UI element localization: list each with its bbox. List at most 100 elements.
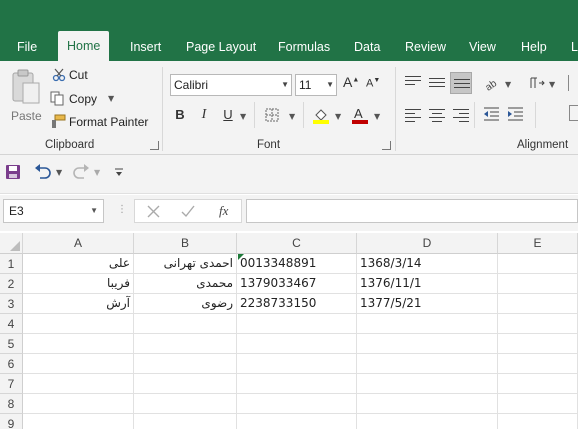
row-header-5[interactable]: 5 xyxy=(0,334,23,354)
row-header-2[interactable]: 2 xyxy=(0,274,23,294)
name-box[interactable]: E3 ▼ xyxy=(3,199,104,223)
cell-c2[interactable]: 1379033467 xyxy=(237,274,357,294)
undo-icon[interactable] xyxy=(34,164,52,180)
row-header-8[interactable]: 8 xyxy=(0,394,23,414)
tab-help[interactable]: Help xyxy=(521,36,547,61)
cell-c3[interactable]: 2238733150 xyxy=(237,294,357,314)
font-size-select[interactable]: 11 ▼ xyxy=(295,74,337,96)
align-left-icon[interactable] xyxy=(405,109,421,123)
column-header-b[interactable]: B xyxy=(134,233,237,254)
tab-formulas[interactable]: Formulas xyxy=(278,36,330,61)
cell-b3[interactable]: رضوی xyxy=(134,294,237,314)
paste-button[interactable]: Paste xyxy=(8,67,44,125)
align-right-icon[interactable] xyxy=(453,109,469,123)
cell-d9[interactable] xyxy=(357,414,498,429)
tab-view[interactable]: View xyxy=(469,36,496,61)
redo-icon[interactable] xyxy=(72,164,90,180)
cell-a8[interactable] xyxy=(23,394,134,414)
tab-overflow[interactable]: L xyxy=(571,36,578,61)
cell-e7[interactable] xyxy=(498,374,578,394)
align-center-icon[interactable] xyxy=(429,109,445,123)
chevron-down-icon[interactable]: ▼ xyxy=(108,94,114,103)
decrease-indent-icon[interactable] xyxy=(483,107,500,122)
row-header-6[interactable]: 6 xyxy=(0,354,23,374)
orientation-icon[interactable]: ab xyxy=(483,75,501,91)
cell-a9[interactable] xyxy=(23,414,134,429)
row-header-7[interactable]: 7 xyxy=(0,374,23,394)
cell-e3[interactable] xyxy=(498,294,578,314)
cell-c7[interactable] xyxy=(237,374,357,394)
cell-e6[interactable] xyxy=(498,354,578,374)
cell-c8[interactable] xyxy=(237,394,357,414)
cell-a3[interactable]: آرش xyxy=(23,294,134,314)
underline-button[interactable]: U xyxy=(218,105,238,125)
cell-d2[interactable]: 1376/11/1 xyxy=(357,274,498,294)
cell-a5[interactable] xyxy=(23,334,134,354)
cell-d6[interactable] xyxy=(357,354,498,374)
column-header-e[interactable]: E xyxy=(498,233,578,254)
fill-color-icon[interactable] xyxy=(312,106,330,124)
cell-e8[interactable] xyxy=(498,394,578,414)
row-header-9[interactable]: 9 xyxy=(0,414,23,429)
increase-font-size-icon[interactable]: A▲ xyxy=(343,74,359,94)
tab-data[interactable]: Data xyxy=(354,36,380,61)
cell-b5[interactable] xyxy=(134,334,237,354)
cell-a2[interactable]: فریبا xyxy=(23,274,134,294)
merge-center-icon[interactable] xyxy=(569,105,578,121)
insert-function-button[interactable]: fx xyxy=(219,203,228,219)
cell-e1[interactable] xyxy=(498,254,578,274)
cell-d5[interactable] xyxy=(357,334,498,354)
enter-checkmark-icon[interactable] xyxy=(181,205,195,218)
chevron-down-icon[interactable]: ▼ xyxy=(289,112,295,121)
cell-b8[interactable] xyxy=(134,394,237,414)
cell-b4[interactable] xyxy=(134,314,237,334)
row-header-4[interactable]: 4 xyxy=(0,314,23,334)
bottom-align-button[interactable] xyxy=(450,72,472,94)
font-name-select[interactable]: Calibri ▼ xyxy=(170,74,292,96)
tab-review[interactable]: Review xyxy=(405,36,446,61)
cell-e2[interactable] xyxy=(498,274,578,294)
customize-toolbar-icon[interactable] xyxy=(114,167,124,177)
top-align-icon[interactable] xyxy=(405,76,421,90)
cell-d4[interactable] xyxy=(357,314,498,334)
cell-c1[interactable]: 0013348891 xyxy=(237,254,357,274)
cell-b6[interactable] xyxy=(134,354,237,374)
cell-e5[interactable] xyxy=(498,334,578,354)
formula-input[interactable] xyxy=(246,199,578,223)
cell-c5[interactable] xyxy=(237,334,357,354)
tab-home[interactable]: Home xyxy=(58,31,110,61)
bold-button[interactable]: B xyxy=(170,105,190,125)
clipboard-launcher-icon[interactable] xyxy=(150,141,159,150)
increase-indent-icon[interactable] xyxy=(507,107,524,122)
decrease-font-size-icon[interactable]: A▼ xyxy=(366,77,382,97)
cell-e4[interactable] xyxy=(498,314,578,334)
cell-c4[interactable] xyxy=(237,314,357,334)
cell-a1[interactable]: علی xyxy=(23,254,134,274)
chevron-down-icon[interactable]: ▼ xyxy=(505,80,511,89)
column-header-d[interactable]: D xyxy=(357,233,498,254)
cell-c6[interactable] xyxy=(237,354,357,374)
column-header-c[interactable]: C xyxy=(237,233,357,254)
cell-d8[interactable] xyxy=(357,394,498,414)
cancel-icon[interactable] xyxy=(147,205,160,218)
cell-d1[interactable]: 1368/3/14 xyxy=(357,254,498,274)
column-header-a[interactable]: A xyxy=(23,233,134,254)
select-all-corner[interactable] xyxy=(0,233,23,254)
chevron-down-icon[interactable]: ▼ xyxy=(549,80,555,89)
cell-b7[interactable] xyxy=(134,374,237,394)
chevron-down-icon[interactable]: ▼ xyxy=(240,112,246,121)
chevron-down-icon[interactable]: ▼ xyxy=(374,112,380,121)
borders-icon[interactable] xyxy=(265,108,280,123)
row-header-3[interactable]: 3 xyxy=(0,294,23,314)
wrap-text-icon[interactable] xyxy=(568,75,572,91)
row-header-1[interactable]: 1 xyxy=(0,254,23,274)
middle-align-icon[interactable] xyxy=(429,78,445,92)
cell-c9[interactable] xyxy=(237,414,357,429)
chevron-down-icon[interactable]: ▼ xyxy=(56,168,62,177)
cell-b1[interactable]: احمدی تهرانی xyxy=(134,254,237,274)
chevron-down-icon[interactable]: ▼ xyxy=(94,168,100,177)
cell-d3[interactable]: 1377/5/21 xyxy=(357,294,498,314)
font-launcher-icon[interactable] xyxy=(382,141,391,150)
font-color-icon[interactable]: A xyxy=(351,106,369,124)
text-direction-icon[interactable] xyxy=(528,76,546,90)
